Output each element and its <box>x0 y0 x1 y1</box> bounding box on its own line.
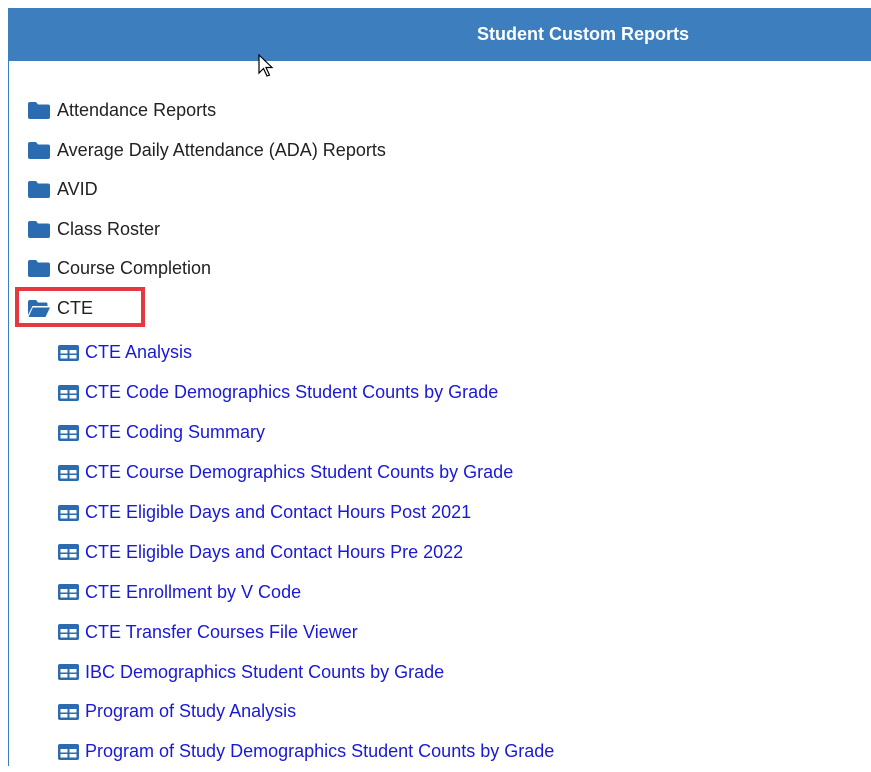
report-link-cte-coding-summary[interactable]: CTE Coding Summary <box>58 413 554 453</box>
folder-item-avid[interactable]: AVID <box>28 170 386 210</box>
folder-label: Average Daily Attendance (ADA) Reports <box>57 139 386 160</box>
folder-label: AVID <box>57 179 98 200</box>
report-label: CTE Eligible Days and Contact Hours Pre … <box>85 541 464 562</box>
report-label: Program of Study Analysis <box>85 701 297 722</box>
table-icon <box>58 664 79 681</box>
table-icon <box>58 344 79 361</box>
folder-closed-icon <box>28 102 50 120</box>
report-label: Program of Study Demographics Student Co… <box>85 741 555 762</box>
folder-label: Class Roster <box>57 218 161 239</box>
folder-item-attendance-reports[interactable]: Attendance Reports <box>28 91 386 131</box>
table-icon <box>58 544 79 561</box>
report-label: CTE Analysis <box>85 342 193 363</box>
table-icon <box>58 504 79 521</box>
table-icon <box>58 703 79 720</box>
report-link-cte-eligible-days-pre-2022[interactable]: CTE Eligible Days and Contact Hours Pre … <box>58 532 554 572</box>
report-link-program-of-study-analysis[interactable]: Program of Study Analysis <box>58 692 554 732</box>
report-label: CTE Coding Summary <box>85 422 266 443</box>
table-icon <box>58 424 79 441</box>
folder-closed-icon <box>28 141 50 159</box>
folder-closed-icon <box>28 181 50 199</box>
folder-item-course-completion[interactable]: Course Completion <box>28 249 386 289</box>
table-icon <box>58 384 79 401</box>
report-label: CTE Course Demographics Student Counts b… <box>85 462 514 483</box>
cte-report-list: CTE Analysis CTE Code Demographics Stude… <box>58 333 554 772</box>
report-link-cte-enrollment-by-v-code[interactable]: CTE Enrollment by V Code <box>58 572 554 612</box>
report-link-ibc-demographics[interactable]: IBC Demographics Student Counts by Grade <box>58 652 554 692</box>
report-link-cte-code-demographics[interactable]: CTE Code Demographics Student Counts by … <box>58 373 554 413</box>
report-label: CTE Enrollment by V Code <box>85 581 302 602</box>
report-link-cte-eligible-days-post-2021[interactable]: CTE Eligible Days and Contact Hours Post… <box>58 493 554 533</box>
report-label: CTE Code Demographics Student Counts by … <box>85 382 499 403</box>
cte-highlight-box <box>15 287 145 327</box>
folder-closed-icon <box>28 260 50 278</box>
table-icon <box>58 584 79 601</box>
folder-item-ada-reports[interactable]: Average Daily Attendance (ADA) Reports <box>28 131 386 171</box>
folder-item-class-roster[interactable]: Class Roster <box>28 210 386 250</box>
panel-header: Student Custom Reports <box>9 8 871 61</box>
report-label: CTE Eligible Days and Contact Hours Post… <box>85 502 472 522</box>
report-label: IBC Demographics Student Counts by Grade <box>85 661 445 682</box>
mouse-cursor-icon <box>258 54 274 77</box>
table-icon <box>58 624 79 641</box>
table-icon <box>58 464 79 481</box>
report-link-cte-course-demographics[interactable]: CTE Course Demographics Student Counts b… <box>58 453 554 493</box>
report-label: CTE Transfer Courses File Viewer <box>85 621 358 642</box>
table-icon <box>58 743 79 760</box>
panel-title: Student Custom Reports <box>476 24 689 44</box>
report-link-cte-transfer-courses[interactable]: CTE Transfer Courses File Viewer <box>58 612 554 652</box>
folder-label: Course Completion <box>57 258 212 279</box>
report-link-cte-analysis[interactable]: CTE Analysis <box>58 333 554 373</box>
folder-label: Attendance Reports <box>57 100 217 121</box>
folder-closed-icon <box>28 220 50 238</box>
